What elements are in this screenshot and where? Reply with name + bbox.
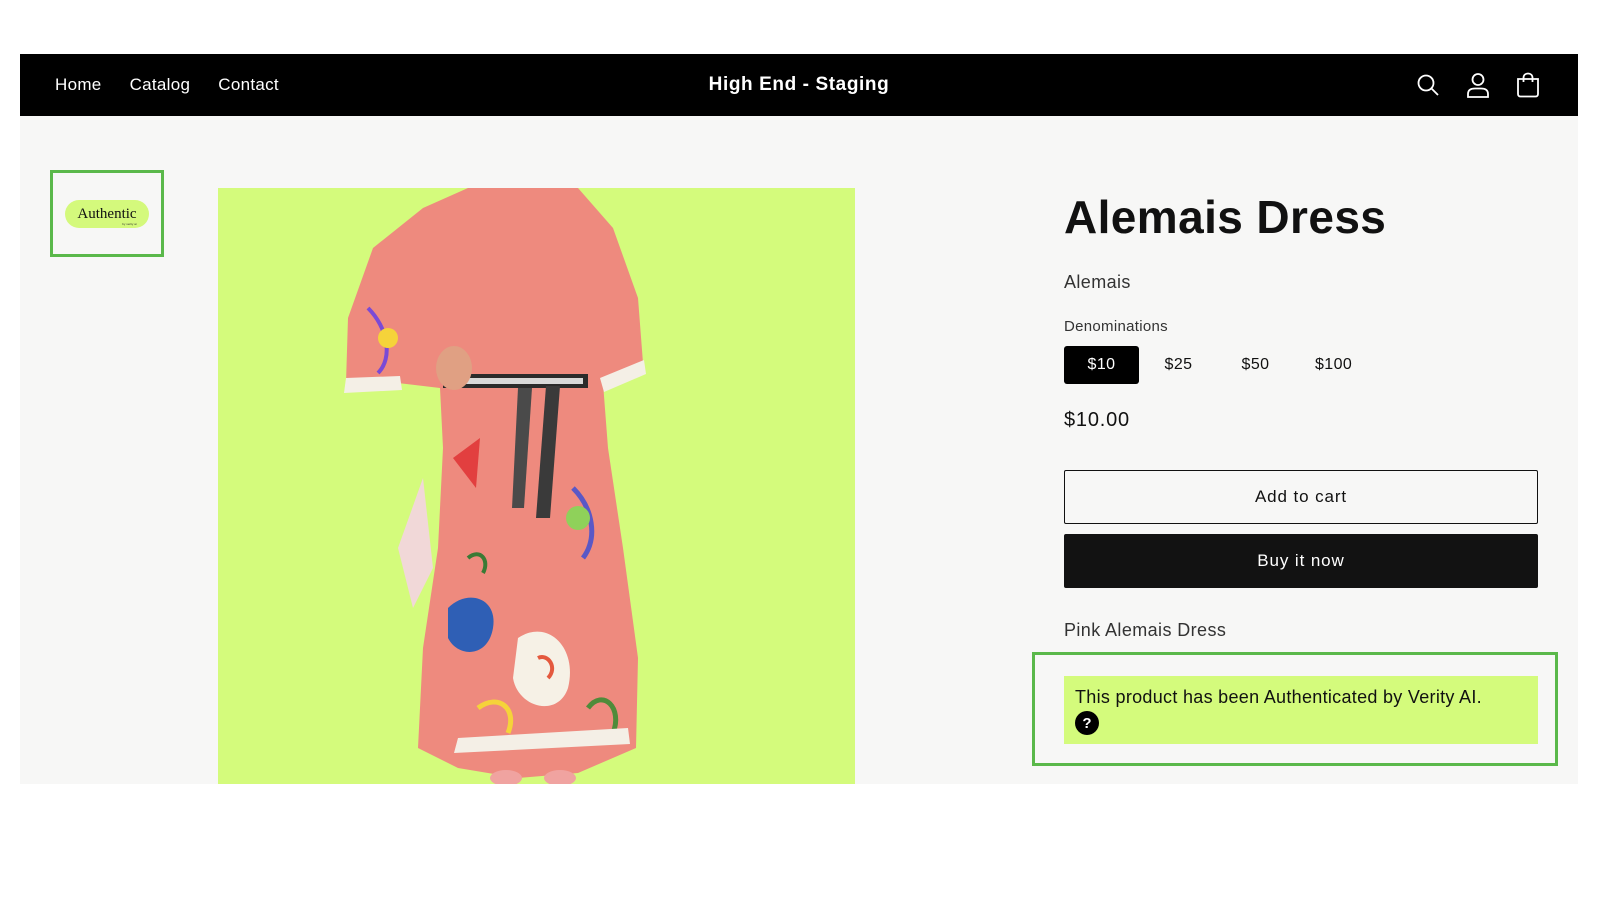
product-description: Pink Alemais Dress — [1064, 620, 1227, 640]
main-nav: Home Catalog Contact — [55, 54, 279, 116]
option-100[interactable]: $100 — [1295, 346, 1372, 384]
account-icon[interactable] — [1466, 72, 1490, 98]
nav-home-link[interactable]: Home — [55, 75, 102, 95]
header-icons — [1416, 54, 1540, 116]
add-to-cart-button[interactable]: Add to cart — [1064, 470, 1538, 524]
buy-now-button[interactable]: Buy it now — [1064, 534, 1538, 588]
denominations-label: Denominations — [1064, 318, 1168, 335]
denomination-options: $10 $25 $50 $100 — [1064, 346, 1372, 384]
help-icon[interactable]: ? — [1075, 711, 1099, 735]
search-icon[interactable] — [1416, 72, 1440, 98]
product-image[interactable] — [218, 188, 855, 784]
option-25[interactable]: $25 — [1141, 346, 1216, 384]
page-frame: Home Catalog Contact High End - Staging — [20, 54, 1578, 784]
nav-contact-link[interactable]: Contact — [218, 75, 279, 95]
cart-icon[interactable] — [1516, 72, 1540, 98]
nav-catalog-link[interactable]: Catalog — [130, 75, 191, 95]
authentication-message: This product has been Authenticated by V… — [1075, 687, 1482, 707]
product-title: Alemais Dress — [1064, 191, 1387, 243]
authentic-badge: Authentic by verity ai — [65, 199, 149, 228]
product-vendor: Alemais — [1064, 272, 1131, 292]
site-header: Home Catalog Contact High End - Staging — [20, 54, 1578, 116]
authentication-banner: This product has been Authenticated by V… — [1064, 676, 1538, 744]
product-price: $10.00 — [1064, 409, 1130, 431]
option-10[interactable]: $10 — [1064, 346, 1139, 384]
authentic-badge-subtext: by verity ai — [122, 221, 137, 226]
gallery-thumbnail[interactable]: Authentic by verity ai — [50, 170, 164, 257]
option-50[interactable]: $50 — [1218, 346, 1293, 384]
authentic-badge-label: Authentic — [77, 205, 137, 222]
dress-photo-illustration — [218, 188, 855, 784]
